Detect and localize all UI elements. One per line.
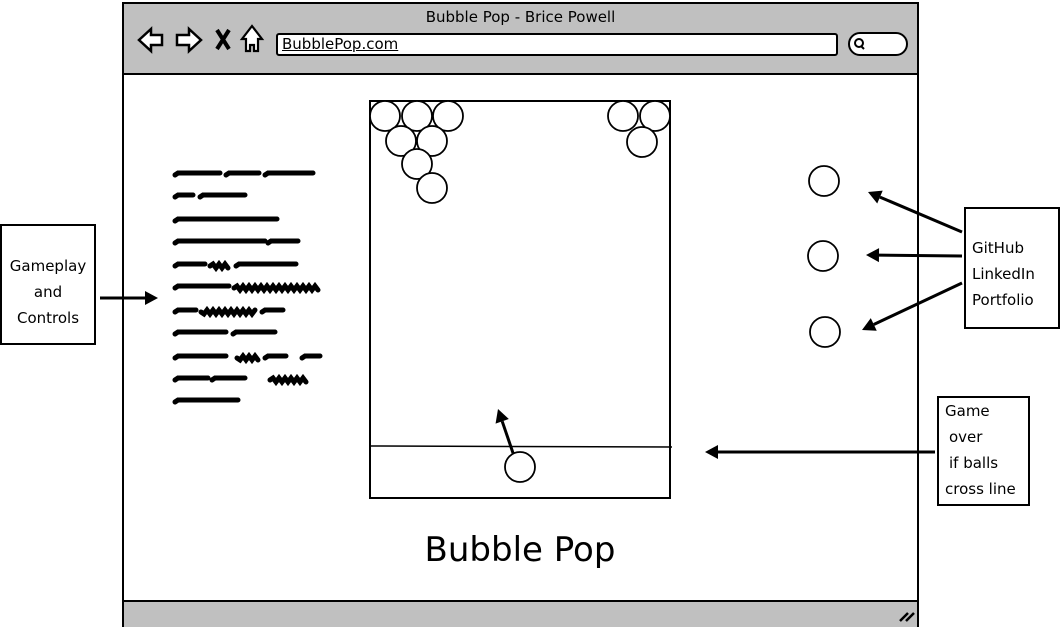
link-button-github[interactable] xyxy=(808,165,840,197)
placeholder-text-scribble xyxy=(172,192,196,200)
placeholder-text-scribble xyxy=(267,373,309,387)
note-line: Portfolio xyxy=(972,291,1034,309)
bubble xyxy=(626,126,658,158)
note-links: GitHub LinkedIn Portfolio xyxy=(964,207,1060,329)
drawing-overlay xyxy=(100,100,963,483)
placeholder-text-scribble xyxy=(172,170,223,178)
bubble xyxy=(416,172,448,204)
bubble xyxy=(607,100,639,132)
note-line: Game xyxy=(945,402,990,420)
placeholder-text-scribble xyxy=(172,216,280,224)
note-line: if balls xyxy=(949,454,999,472)
placeholder-text-scribble xyxy=(231,281,321,295)
annotation-arrow xyxy=(862,281,963,331)
annotation-arrow xyxy=(100,291,158,305)
placeholder-text-scribble xyxy=(172,261,208,269)
note-gameplay: Gameplay and Controls xyxy=(0,224,96,345)
note-line: and xyxy=(33,283,63,301)
placeholder-text-scribble xyxy=(265,238,301,246)
placeholder-text-scribble xyxy=(233,261,299,269)
placeholder-text-scribble xyxy=(172,238,268,246)
placeholder-text-scribble xyxy=(172,329,229,337)
placeholder-text-scribble xyxy=(262,170,316,178)
link-button-linkedin[interactable] xyxy=(807,240,839,272)
link-button-portfolio[interactable] xyxy=(809,316,841,348)
placeholder-text-scribble xyxy=(172,283,232,291)
annotation-arrow xyxy=(866,248,963,263)
placeholder-text-scribble xyxy=(259,307,286,315)
placeholder-text-scribble xyxy=(198,305,258,319)
note-line: GitHub xyxy=(972,239,1024,257)
note-line: over xyxy=(949,428,983,446)
placeholder-text-scribble xyxy=(299,353,323,361)
note-line: cross line xyxy=(945,480,1016,498)
note-line: Gameplay xyxy=(9,257,87,275)
annotation-arrow xyxy=(868,190,963,234)
placeholder-text-scribble xyxy=(262,353,289,361)
placeholder-text-scribble xyxy=(172,307,199,315)
placeholder-text-scribble xyxy=(172,397,241,405)
annotation-arrow xyxy=(705,445,935,459)
game-over-line xyxy=(370,445,673,448)
placeholder-text-scribble xyxy=(172,353,229,361)
placeholder-text-scribble xyxy=(223,170,262,178)
placeholder-text-scribble xyxy=(207,259,231,273)
placeholder-text-scribble xyxy=(197,192,248,200)
placeholder-text-scribble xyxy=(209,375,248,383)
note-line: LinkedIn xyxy=(972,265,1035,283)
note-line: Controls xyxy=(16,309,80,327)
placeholder-text-scribble xyxy=(234,351,261,365)
note-game-over: Game over if balls cross line xyxy=(937,396,1030,506)
placeholder-text-scribble xyxy=(230,329,278,337)
placeholder-text-scribble xyxy=(172,375,211,383)
shooter-bubble[interactable] xyxy=(504,451,536,483)
